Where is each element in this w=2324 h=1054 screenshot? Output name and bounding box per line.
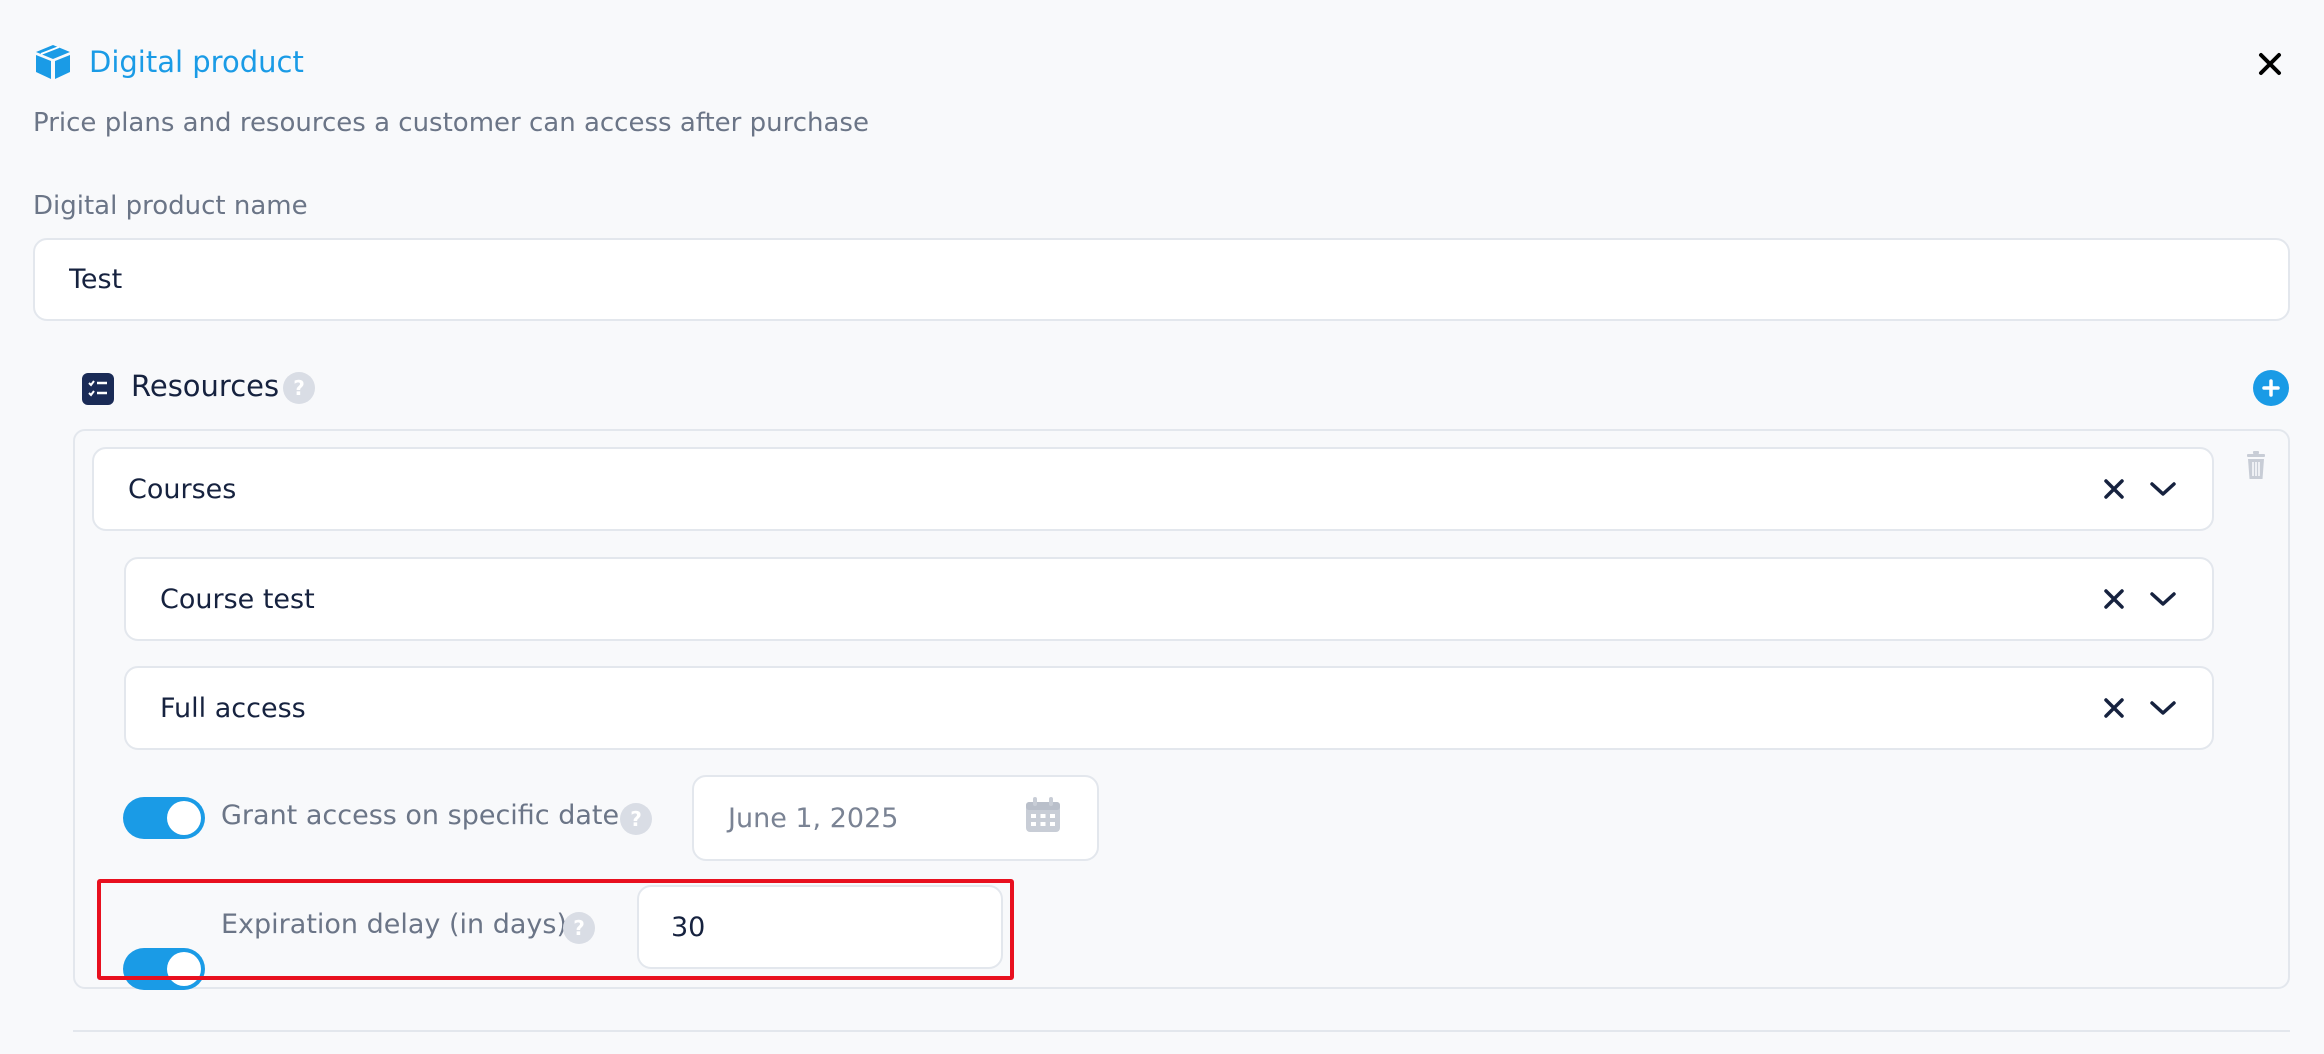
add-resource-button[interactable] (2253, 370, 2289, 406)
access-level-value: Full access (160, 692, 306, 724)
divider (73, 1030, 2290, 1032)
access-level-select[interactable]: Full access (124, 666, 2214, 750)
product-name-label: Digital product name (33, 191, 308, 221)
checklist-icon (82, 373, 114, 405)
course-select[interactable]: Course test (124, 557, 2214, 641)
access-date-input[interactable]: June 1, 2025 (692, 775, 1099, 861)
expiration-label: Expiration delay (in days) (221, 909, 567, 940)
resources-title: Resources (131, 369, 280, 403)
close-icon[interactable] (2258, 52, 2282, 76)
panel-header: Digital product (33, 41, 304, 83)
chevron-down-icon[interactable] (2148, 479, 2178, 499)
expiration-days-input[interactable] (637, 885, 1003, 969)
close-button[interactable] (2250, 44, 2290, 84)
box-icon (33, 43, 73, 81)
expiration-toggle[interactable] (123, 948, 205, 990)
toggle-knob (167, 952, 201, 986)
help-icon[interactable]: ? (283, 372, 315, 404)
page-title: Digital product (89, 45, 304, 79)
trash-icon[interactable] (2238, 447, 2274, 483)
chevron-down-icon[interactable] (2148, 698, 2178, 718)
resource-type-value: Courses (128, 473, 237, 505)
help-icon[interactable]: ? (563, 912, 595, 944)
product-name-input[interactable] (33, 238, 2290, 321)
plus-icon (2262, 379, 2280, 397)
resource-type-select[interactable]: Courses (92, 447, 2214, 531)
calendar-icon[interactable] (1023, 795, 1063, 842)
help-icon[interactable]: ? (620, 803, 652, 835)
clear-icon[interactable] (2102, 587, 2126, 611)
access-date-value: June 1, 2025 (728, 802, 899, 834)
toggle-knob (167, 801, 201, 835)
page-subtitle: Price plans and resources a customer can… (33, 108, 869, 138)
course-value: Course test (160, 583, 315, 615)
clear-icon[interactable] (2102, 696, 2126, 720)
clear-icon[interactable] (2102, 477, 2126, 501)
chevron-down-icon[interactable] (2148, 589, 2178, 609)
grant-access-toggle[interactable] (123, 797, 205, 839)
digital-product-panel: Digital product Price plans and resource… (0, 0, 2324, 1054)
grant-access-label: Grant access on specific date (221, 800, 620, 831)
